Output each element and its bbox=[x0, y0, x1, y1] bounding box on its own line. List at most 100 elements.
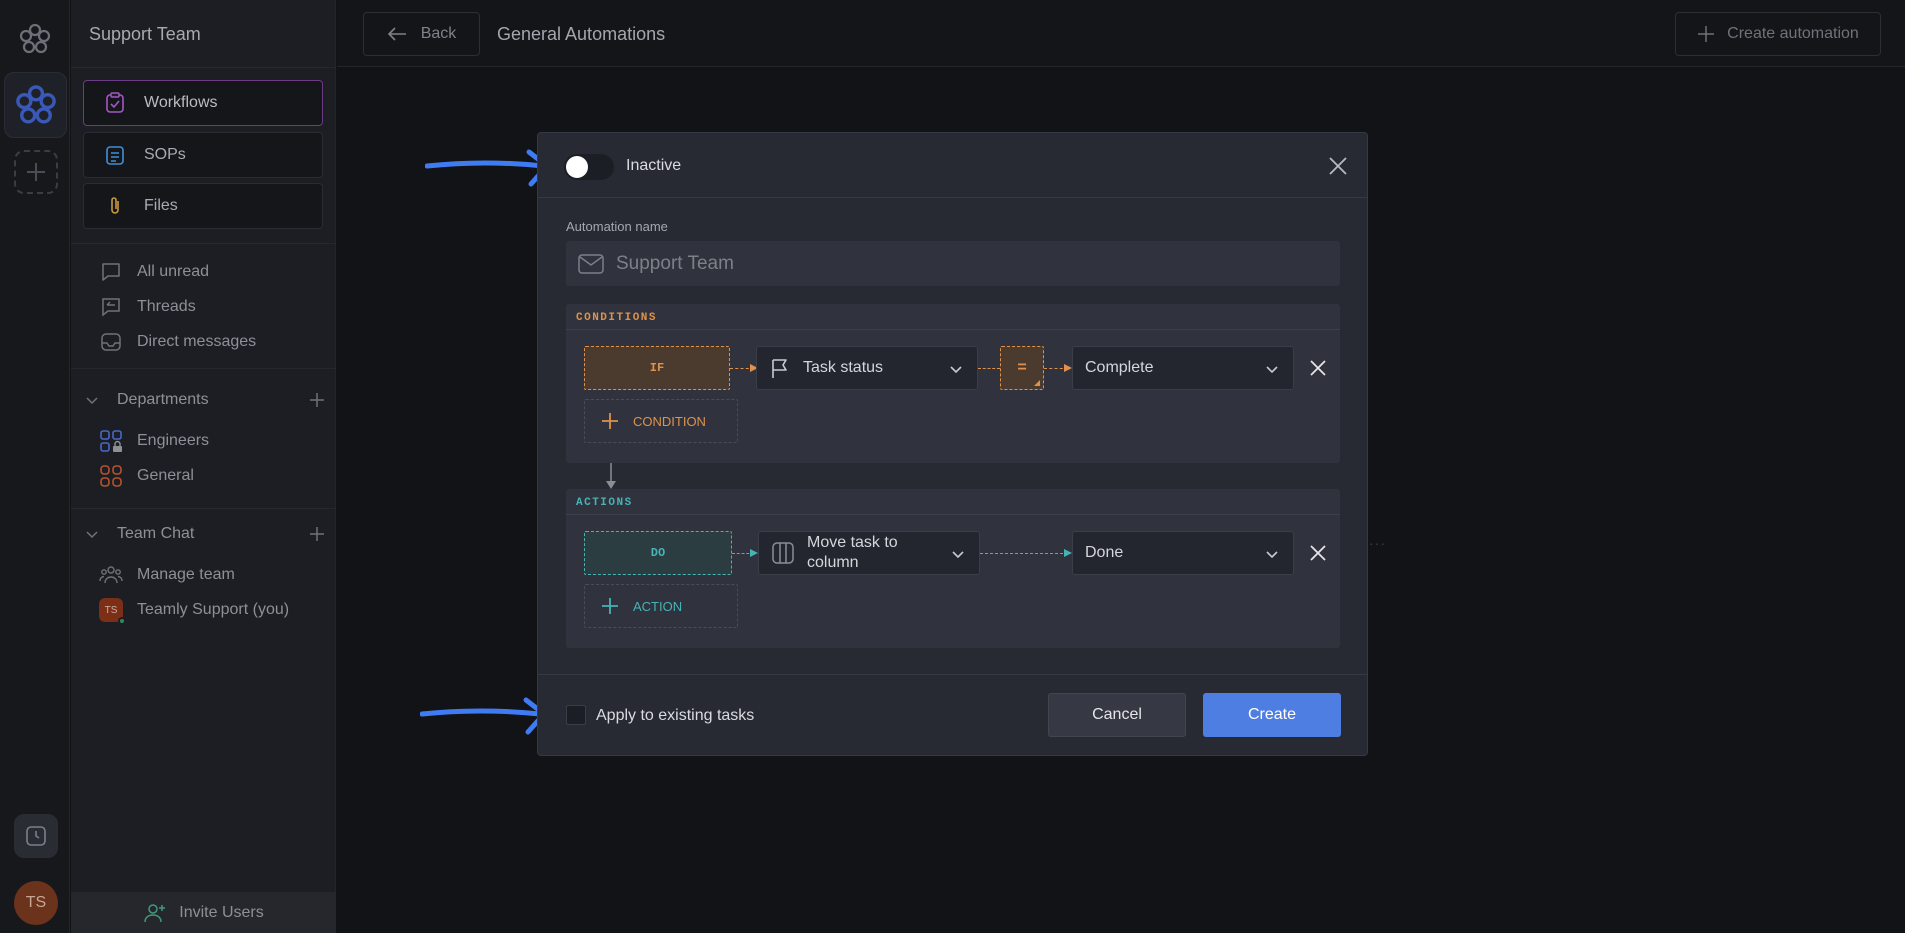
if-chip: IF bbox=[584, 346, 730, 390]
workspace-logo-icon bbox=[15, 85, 56, 124]
annotation-arrow-icon bbox=[420, 697, 547, 735]
status-label: Inactive bbox=[626, 157, 682, 174]
close-icon[interactable] bbox=[1327, 155, 1349, 177]
inbox-icon bbox=[101, 333, 121, 351]
apply-existing-label[interactable]: Apply to existing tasks bbox=[596, 707, 754, 725]
plus-icon bbox=[27, 163, 45, 181]
do-chip: DO bbox=[584, 531, 732, 575]
active-toggle[interactable] bbox=[564, 154, 614, 180]
toggle-knob bbox=[566, 156, 588, 178]
sidebar-card-files[interactable]: Files bbox=[83, 183, 323, 229]
divider bbox=[71, 243, 336, 244]
arrow-right-icon bbox=[750, 549, 758, 557]
sidebar-item-manage-team[interactable]: Manage team bbox=[99, 563, 235, 587]
envelope-icon bbox=[578, 253, 604, 274]
action-type-dropdown[interactable]: Move task to column bbox=[758, 531, 980, 575]
automation-name-label: Automation name bbox=[566, 219, 668, 234]
chevron-down-icon bbox=[952, 551, 964, 559]
add-department-icon[interactable] bbox=[309, 392, 325, 408]
clipboard-check-icon bbox=[106, 92, 124, 113]
sidebar-item-teamly-support[interactable]: TS Teamly Support (you) bbox=[99, 598, 289, 625]
conditions-title: CONDITIONS bbox=[576, 312, 658, 324]
connector-line bbox=[980, 553, 1068, 554]
create-button[interactable]: Create bbox=[1203, 693, 1341, 737]
sidebar-card-sops[interactable]: SOPs bbox=[83, 132, 323, 178]
sidebar-card-label: SOPs bbox=[144, 146, 186, 163]
apply-existing-checkbox[interactable] bbox=[566, 705, 586, 725]
grid-lock-icon bbox=[100, 430, 122, 452]
sidebar: Support Team Workflows SOPs Files All un… bbox=[71, 0, 336, 933]
add-condition-button[interactable]: CONDITION bbox=[584, 399, 738, 443]
history-button[interactable] bbox=[14, 814, 58, 858]
user-avatar[interactable]: TS bbox=[14, 881, 58, 925]
divider bbox=[566, 329, 1340, 330]
section-team-chat[interactable]: Team Chat bbox=[85, 525, 325, 543]
flag-icon bbox=[772, 359, 787, 378]
remove-condition-icon[interactable] bbox=[1308, 358, 1328, 378]
cancel-button[interactable]: Cancel bbox=[1048, 693, 1186, 737]
add-action-button[interactable]: ACTION bbox=[584, 584, 738, 628]
section-departments[interactable]: Departments bbox=[85, 391, 325, 409]
app-logo-icon[interactable] bbox=[18, 22, 52, 56]
automation-name-input[interactable] bbox=[616, 252, 1316, 275]
actions-panel: ACTIONS DO Move task to column Done ACTI… bbox=[566, 489, 1340, 648]
condition-field-dropdown[interactable]: Task status bbox=[756, 346, 978, 390]
condition-value-dropdown[interactable]: Complete bbox=[1072, 346, 1294, 390]
actions-title: ACTIONS bbox=[576, 497, 633, 509]
arrow-right-icon bbox=[1064, 549, 1072, 557]
arrow-left-icon bbox=[387, 27, 406, 41]
divider bbox=[71, 67, 336, 68]
page-title: General Automations bbox=[497, 24, 666, 44]
sidebar-item-general[interactable]: General bbox=[99, 464, 194, 488]
ellipsis-decoration: ··· bbox=[1369, 535, 1386, 551]
operator-chip[interactable]: = bbox=[1000, 346, 1044, 390]
plus-icon bbox=[602, 413, 618, 429]
create-automation-button[interactable]: Create automation bbox=[1675, 12, 1881, 56]
plus-icon bbox=[602, 598, 618, 614]
chat-bubble-icon bbox=[102, 263, 120, 281]
sidebar-card-workflows[interactable]: Workflows bbox=[83, 80, 323, 126]
back-button[interactable]: Back bbox=[363, 12, 480, 56]
arrow-right-icon bbox=[1064, 364, 1072, 372]
divider bbox=[71, 368, 336, 369]
connector-line bbox=[978, 368, 1000, 369]
corner-handle-icon bbox=[1034, 380, 1040, 386]
online-status-dot bbox=[118, 617, 126, 625]
add-user-icon bbox=[144, 903, 166, 922]
threads-icon bbox=[102, 298, 120, 317]
flow-arrow-down-icon bbox=[606, 463, 616, 489]
workspace-title: Support Team bbox=[89, 24, 201, 44]
chevron-down-icon bbox=[950, 366, 962, 374]
sidebar-item-all-unread[interactable]: All unread bbox=[99, 260, 209, 284]
action-target-dropdown[interactable]: Done bbox=[1072, 531, 1294, 575]
workspace-support-team-button[interactable] bbox=[4, 72, 67, 138]
chevron-down-icon bbox=[1266, 551, 1278, 559]
annotation-arrow-icon bbox=[425, 149, 550, 187]
divider bbox=[538, 674, 1367, 675]
divider bbox=[566, 514, 1340, 515]
grid-icon bbox=[100, 465, 122, 487]
sidebar-item-engineers[interactable]: Engineers bbox=[99, 429, 209, 453]
sidebar-card-label: Workflows bbox=[144, 94, 218, 111]
chevron-down-icon bbox=[86, 397, 98, 405]
remove-action-icon[interactable] bbox=[1308, 543, 1328, 563]
sidebar-item-threads[interactable]: Threads bbox=[99, 295, 196, 319]
workspace-rail: TS bbox=[0, 0, 70, 933]
paperclip-icon bbox=[111, 197, 119, 214]
chevron-down-icon bbox=[86, 531, 98, 539]
plus-icon bbox=[1698, 26, 1715, 42]
chevron-down-icon bbox=[1266, 366, 1278, 374]
people-icon bbox=[99, 566, 123, 584]
automation-modal: Inactive Automation name CONDITIONS IF T… bbox=[537, 132, 1368, 756]
add-workspace-button[interactable] bbox=[14, 150, 58, 194]
columns-icon bbox=[772, 542, 794, 564]
sidebar-card-label: Files bbox=[144, 197, 178, 214]
modal-header: Inactive bbox=[538, 133, 1367, 198]
divider bbox=[71, 508, 336, 509]
top-bar: Back General Automations Create automati… bbox=[337, 0, 1905, 67]
add-chat-icon[interactable] bbox=[309, 526, 325, 542]
sidebar-item-direct-messages[interactable]: Direct messages bbox=[99, 330, 256, 354]
conditions-panel: CONDITIONS IF Task status = Complete CON… bbox=[566, 304, 1340, 463]
invite-users-button[interactable]: Invite Users bbox=[71, 892, 336, 933]
automation-name-field[interactable] bbox=[566, 241, 1340, 286]
